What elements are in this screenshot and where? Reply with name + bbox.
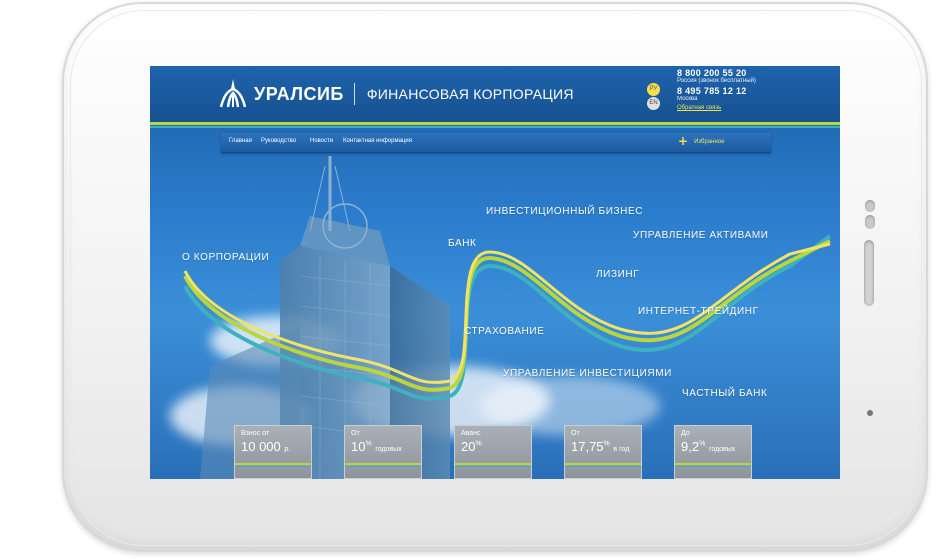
- nav-item-news[interactable]: Новости: [310, 138, 333, 144]
- link-insurance[interactable]: СТРАХОВАНИЕ: [464, 326, 544, 337]
- indicator-dot: [867, 410, 873, 416]
- card-top: От: [351, 430, 360, 437]
- offer-card[interactable]: До 9,2% годовых: [674, 425, 752, 479]
- home-button[interactable]: [864, 240, 874, 306]
- offer-card[interactable]: Взнос от 10 000 р.: [234, 425, 312, 479]
- phone-moscow: 8 495 785 12 12: [677, 86, 747, 96]
- card-stripe: [235, 466, 311, 467]
- nav-item-contacts[interactable]: Контактная информация: [343, 138, 412, 144]
- link-invest-mgmt[interactable]: УПРАВЛЕНИЕ ИНВЕСТИЦИЯМИ: [503, 368, 672, 379]
- card-stripe: [565, 466, 641, 467]
- lang-ru-button[interactable]: РУ: [647, 83, 660, 96]
- offer-card[interactable]: От 10% годовых: [344, 425, 422, 479]
- card-stripe: [455, 466, 531, 467]
- card-value: 20%: [461, 439, 482, 454]
- favorites-label: Избранное: [694, 138, 725, 145]
- sensor-button: [865, 215, 875, 229]
- brand-logo[interactable]: УРАЛСИБ ФИНАНСОВАЯ КОРПОРАЦИЯ: [218, 74, 574, 114]
- camera-button: [865, 200, 875, 212]
- link-about[interactable]: О КОРПОРАЦИИ: [182, 252, 269, 263]
- screen: УРАЛСИБ ФИНАНСОВАЯ КОРПОРАЦИЯ РУ EN 8 80…: [150, 66, 840, 479]
- card-value: 9,2% годовых: [681, 439, 736, 454]
- link-leasing[interactable]: ЛИЗИНГ: [596, 269, 639, 280]
- link-trading[interactable]: ИНТЕРНЕТ-ТРЕЙДИНГ: [638, 306, 759, 317]
- phone-moscow-note: Москва: [677, 96, 698, 102]
- uralsib-logo-icon: [219, 79, 247, 108]
- site-header: УРАЛСИБ ФИНАНСОВАЯ КОРПОРАЦИЯ РУ EN 8 80…: [150, 66, 840, 124]
- card-stripe: [345, 463, 421, 465]
- card-top: Взнос от: [241, 430, 270, 437]
- card-stripe: [565, 463, 641, 465]
- card-value: 10% годовых: [351, 439, 402, 454]
- offer-card[interactable]: От 17,75% в год: [564, 425, 642, 479]
- link-private-bank[interactable]: ЧАСТНЫЙ БАНК: [682, 388, 767, 399]
- link-assets[interactable]: УПРАВЛЕНИЕ АКТИВАМИ: [633, 230, 769, 241]
- link-bank[interactable]: БАНК: [448, 238, 476, 249]
- card-value: 17,75% в год: [571, 439, 630, 454]
- phone-free: 8 800 200 55 20: [677, 68, 747, 78]
- nav-item-home[interactable]: Главная: [229, 138, 252, 144]
- brand-subtitle: ФИНАНСОВАЯ КОРПОРАЦИЯ: [366, 86, 574, 102]
- offer-card[interactable]: Аванс 20%: [454, 425, 532, 479]
- card-top: До: [681, 430, 690, 437]
- phone-free-note: Россия (звонок бесплатный): [677, 78, 756, 84]
- lang-en-button[interactable]: EN: [647, 97, 660, 110]
- logo-divider: [353, 83, 355, 105]
- card-stripe: [345, 466, 421, 467]
- card-value: 10 000 р.: [241, 439, 291, 454]
- main-nav: Главная Руководство Новости Контактная и…: [221, 133, 771, 153]
- card-stripe: [455, 463, 531, 465]
- nav-item-management[interactable]: Руководство: [261, 138, 296, 144]
- header-stripe-yellow: [150, 122, 840, 125]
- feedback-link[interactable]: Обратная связь: [677, 105, 756, 111]
- card-top: От: [571, 430, 580, 437]
- favorites-link[interactable]: + Избранное: [678, 134, 725, 148]
- brand-name: УРАЛСИБ: [254, 83, 344, 104]
- contacts-block: 8 800 200 55 20 Россия (звонок бесплатны…: [677, 68, 756, 111]
- card-top: Аванс: [461, 430, 481, 437]
- card-stripe: [235, 463, 311, 465]
- plus-icon: +: [678, 134, 689, 148]
- link-investment[interactable]: ИНВЕСТИЦИОННЫЙ БИЗНЕС: [486, 206, 643, 217]
- card-stripe: [675, 463, 751, 465]
- header-stripe-teal: [150, 126, 840, 128]
- card-stripe: [675, 466, 751, 467]
